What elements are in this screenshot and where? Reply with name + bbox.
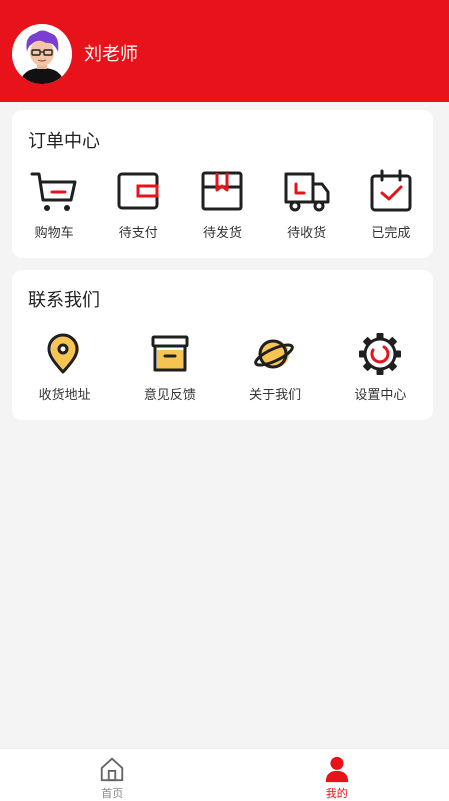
order-item-cart[interactable]: 购物车	[12, 168, 96, 241]
order-center-title: 订单中心	[28, 127, 100, 153]
contact-item-label: 设置中心	[354, 384, 406, 403]
bottom-tab-bar: 首页 我的	[0, 748, 449, 801]
user-name: 刘老师	[84, 40, 138, 66]
order-item-completed[interactable]: 已完成	[349, 168, 433, 241]
profile-header: 刘老师	[0, 0, 449, 102]
tab-mine-label: 我的	[326, 785, 348, 801]
order-item-label: 待支付	[119, 222, 158, 241]
wallet-icon	[114, 168, 162, 214]
order-item-pending-shipment[interactable]: 待发货	[180, 168, 264, 241]
package-icon	[198, 168, 246, 214]
location-pin-icon	[41, 332, 89, 376]
tab-home-label: 首页	[101, 785, 123, 801]
contact-item-about[interactable]: 关于我们	[223, 332, 328, 403]
user-icon	[322, 755, 352, 783]
cart-icon	[30, 168, 78, 214]
avatar[interactable]	[12, 24, 72, 84]
contact-item-label: 关于我们	[249, 384, 301, 403]
archive-box-icon	[146, 332, 194, 376]
order-item-label: 购物车	[35, 222, 74, 241]
truck-icon	[283, 168, 331, 214]
contact-us-card: 联系我们 收货地址 意见反馈 关于我们	[12, 270, 433, 420]
contact-us-title: 联系我们	[28, 286, 100, 312]
order-item-label: 已完成	[371, 222, 410, 241]
order-item-pending-receipt[interactable]: 待收货	[265, 168, 349, 241]
tab-mine[interactable]: 我的	[225, 749, 449, 801]
contact-item-settings[interactable]: 设置中心	[328, 332, 433, 403]
order-item-label: 待发货	[203, 222, 242, 241]
contact-item-address[interactable]: 收货地址	[12, 332, 117, 403]
order-grid: 购物车 待支付 待发货 待收货	[12, 168, 433, 241]
order-center-card: 订单中心 购物车 待支付 待发货	[12, 110, 433, 258]
gear-icon	[356, 332, 404, 376]
order-item-label: 待收货	[287, 222, 326, 241]
order-item-pending-payment[interactable]: 待支付	[96, 168, 180, 241]
contact-item-label: 意见反馈	[144, 384, 196, 403]
contact-item-label: 收货地址	[39, 384, 91, 403]
tab-home[interactable]: 首页	[0, 749, 225, 801]
contact-grid: 收货地址 意见反馈 关于我们	[12, 332, 433, 403]
home-icon	[97, 755, 127, 783]
avatar-image	[12, 24, 72, 84]
planet-icon	[251, 332, 299, 376]
contact-item-feedback[interactable]: 意见反馈	[117, 332, 222, 403]
calendar-check-icon	[367, 168, 415, 214]
